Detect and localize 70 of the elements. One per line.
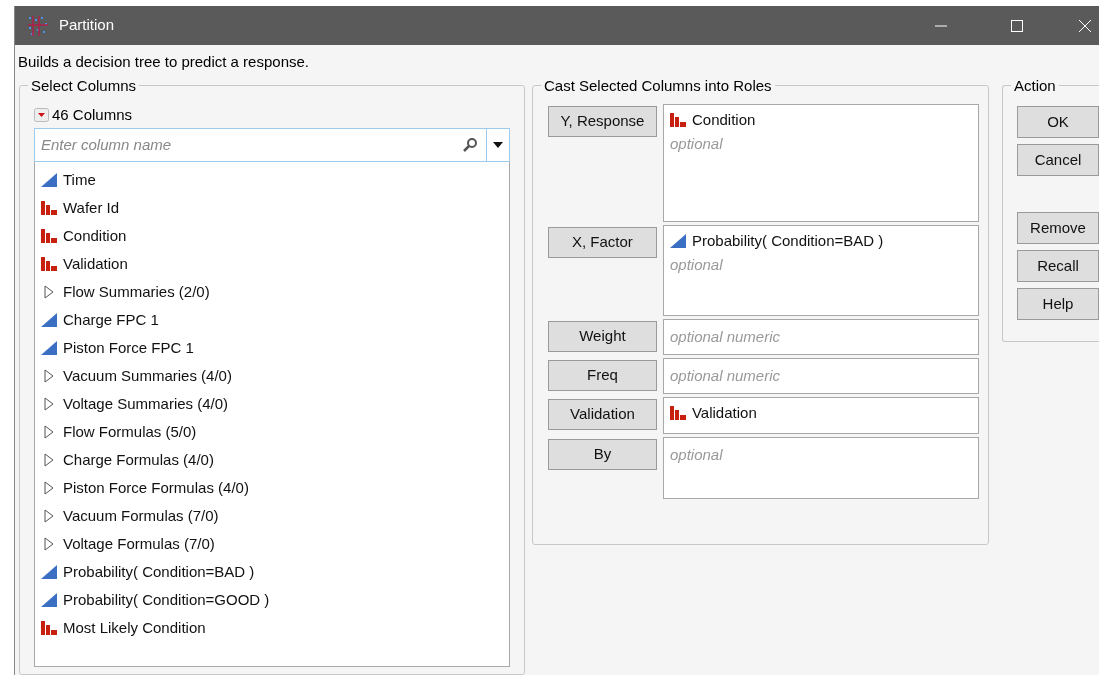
- column-item[interactable]: Flow Formulas (5/0): [63, 420, 197, 444]
- column-item[interactable]: Piston Force Formulas (4/0): [63, 476, 249, 500]
- column-item[interactable]: Probability( Condition=BAD ): [691, 229, 884, 253]
- search-icon: [461, 137, 478, 153]
- column-item[interactable]: Probability( Condition=GOOD ): [63, 588, 270, 612]
- continuous-icon: [41, 313, 57, 327]
- collapsed-icon[interactable]: [43, 537, 55, 551]
- collapsed-icon[interactable]: [43, 509, 55, 523]
- role-button[interactable]: Y, Response: [547, 106, 657, 137]
- window-title: Partition: [59, 15, 115, 36]
- bar-chart-icon: [669, 406, 686, 420]
- column-item[interactable]: Voltage Formulas (7/0): [63, 532, 215, 556]
- column-item[interactable]: Vacuum Formulas (7/0): [63, 504, 219, 528]
- role-list[interactable]: Condition optional: [662, 104, 979, 222]
- search-bar[interactable]: Enter column name: [34, 128, 510, 162]
- collapsed-icon[interactable]: [43, 425, 55, 439]
- column-item[interactable]: Probability( Condition=BAD ): [63, 560, 255, 584]
- collapsed-icon[interactable]: [43, 453, 55, 467]
- column-count: 46 Columns: [52, 104, 133, 125]
- role-button[interactable]: Weight: [547, 321, 657, 352]
- bar-chart-icon: [41, 621, 57, 635]
- description-text: Builds a decision tree to predict a response.: [17, 52, 310, 72]
- bar-chart-icon: [41, 201, 57, 215]
- action-button[interactable]: Help: [1017, 288, 1099, 320]
- column-item[interactable]: Charge FPC 1: [63, 308, 159, 332]
- action-button[interactable]: OK: [1017, 106, 1099, 138]
- column-item[interactable]: Condition: [63, 224, 127, 248]
- column-item[interactable]: Voltage Summaries (4/0): [63, 392, 229, 416]
- role-list[interactable]: Probability( Condition=BAD ) optional: [662, 225, 979, 316]
- role-list[interactable]: Validation: [662, 397, 979, 434]
- maximize-icon[interactable]: [1011, 19, 1023, 32]
- search-field[interactable]: Enter column name: [35, 133, 462, 157]
- column-item[interactable]: Condition: [691, 108, 756, 132]
- continuous-icon: [41, 593, 57, 607]
- collapsed-icon[interactable]: [43, 481, 55, 495]
- bar-chart-icon: [41, 257, 57, 271]
- column-item[interactable]: Vacuum Summaries (4/0): [63, 364, 232, 388]
- collapsed-icon[interactable]: [43, 285, 55, 299]
- placeholder-text: optional: [669, 134, 723, 154]
- placeholder-text: optional: [669, 445, 723, 465]
- placeholder-text: optional: [669, 255, 723, 275]
- placeholder-text: optional numeric: [669, 366, 780, 386]
- action-button[interactable]: Remove: [1017, 212, 1099, 244]
- close-icon[interactable]: [1079, 19, 1091, 32]
- bar-chart-icon: [669, 113, 686, 127]
- action-button[interactable]: Cancel: [1017, 144, 1099, 176]
- continuous-icon: [669, 234, 686, 248]
- column-item[interactable]: Wafer Id: [63, 196, 120, 220]
- continuous-icon: [41, 341, 57, 355]
- column-item[interactable]: Piston Force FPC 1: [63, 336, 194, 360]
- action-button[interactable]: Recall: [1017, 250, 1099, 282]
- column-item[interactable]: Validation: [691, 401, 757, 425]
- column-item[interactable]: Charge Formulas (4/0): [63, 448, 214, 472]
- column-item[interactable]: Most Likely Condition: [63, 616, 206, 640]
- app-icon: [27, 14, 49, 37]
- role-button[interactable]: X, Factor: [547, 227, 657, 258]
- role-button[interactable]: By: [547, 439, 657, 470]
- caret-icon[interactable]: [492, 142, 503, 148]
- bar-chart-icon: [41, 229, 57, 243]
- continuous-icon: [41, 173, 57, 187]
- column-item[interactable]: Flow Summaries (2/0): [63, 280, 210, 304]
- collapsed-icon[interactable]: [43, 397, 55, 411]
- role-button[interactable]: Freq: [547, 360, 657, 391]
- dropdown-icon[interactable]: [34, 108, 49, 122]
- collapsed-icon[interactable]: [43, 369, 55, 383]
- role-button[interactable]: Validation: [547, 399, 657, 430]
- column-item[interactable]: Time: [63, 168, 96, 192]
- placeholder-text: optional numeric: [669, 327, 780, 347]
- continuous-icon: [41, 565, 57, 579]
- column-item[interactable]: Validation: [63, 252, 128, 276]
